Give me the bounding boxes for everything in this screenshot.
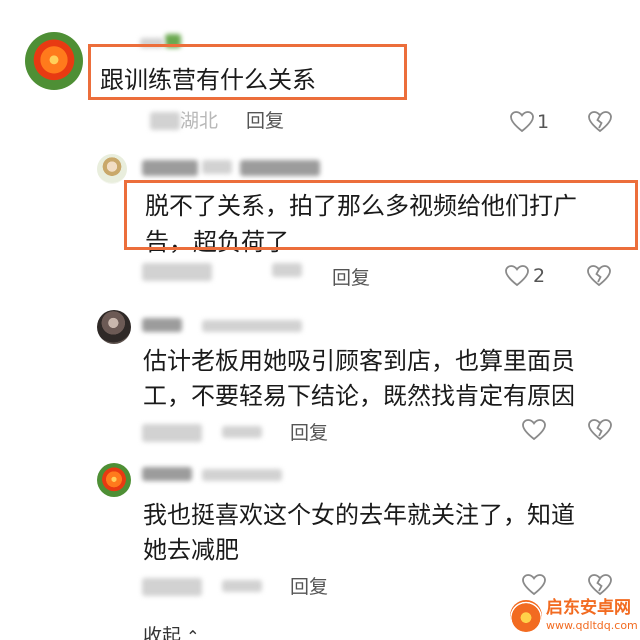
heart-icon[interactable] [504,264,530,288]
heart-icon[interactable] [509,110,535,134]
username-blurred [202,160,232,174]
meta-blurred [222,580,262,592]
meta-blurred [222,426,262,438]
username-blurred [165,34,181,48]
collapse-label: 收起 [143,626,182,640]
avatar[interactable] [25,32,83,90]
like-count: 1 [537,111,550,133]
watermark-url: www.qdltdq.com [546,619,638,632]
reply-button[interactable]: 回复 [246,109,284,133]
comment-text-line-1: 我也挺喜欢这个女的去年就关注了，知道 [143,501,575,529]
chevron-up-icon: ⌃ [186,627,200,640]
username-blurred [142,160,198,176]
broken-heart-icon[interactable] [587,418,613,442]
like-count: 2 [533,265,546,287]
meta-blurred [142,424,202,442]
username-blurred [140,38,164,48]
meta-blurred [142,263,212,281]
heart-icon[interactable] [521,418,547,442]
username-blurred [202,469,282,481]
meta-blurred [142,578,202,596]
broken-heart-icon[interactable] [587,110,613,134]
broken-heart-icon[interactable] [587,573,613,597]
heart-icon[interactable] [521,573,547,597]
username-blurred [142,467,192,481]
watermark-name: 启东安卓网 [546,598,631,618]
watermark: 启东安卓网 www.qdltdq.com [508,596,638,638]
avatar[interactable] [97,463,131,497]
reply-button[interactable]: 回复 [290,421,328,445]
comment-text-line-2: 她去减肥 [143,536,239,564]
username-blurred [240,160,320,176]
comment-text-line-2: 工，不要轻易下结论，既然找肯定有原因 [143,382,575,410]
username-blurred [142,318,182,332]
meta-location: 湖北 [180,110,219,132]
avatar[interactable] [97,310,131,344]
reply-button[interactable]: 回复 [290,575,328,599]
comment-text: 跟训练营有什么关系 [100,66,316,94]
collapse-button[interactable]: 收起 ⌃ [143,626,200,640]
avatar[interactable] [97,154,127,184]
comment-text-line-2: 告，超负荷了 [145,228,289,256]
comment-text-line-1: 估计老板用她吸引顾客到店，也算里面员 [143,347,575,375]
username-blurred [202,320,302,332]
meta-blurred [272,263,302,277]
watermark-logo-icon [510,600,542,632]
broken-heart-icon[interactable] [586,264,612,288]
comment-text-line-1: 脱不了关系，拍了那么多视频给他们打广 [145,192,577,220]
meta-blurred [150,112,180,130]
reply-button[interactable]: 回复 [332,266,370,290]
